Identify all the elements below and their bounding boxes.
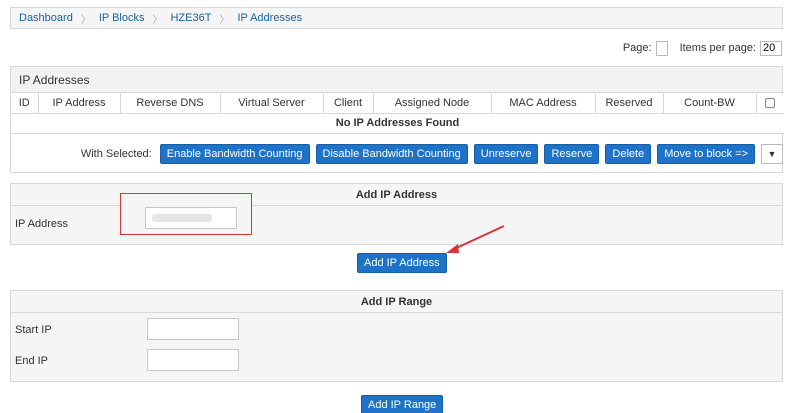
column-header-assigned-node[interactable]: Assigned Node bbox=[373, 93, 492, 114]
breadcrumb-separator-icon: 〉 bbox=[80, 14, 91, 26]
table-header-row: ID IP Address Reverse DNS Virtual Server… bbox=[11, 93, 784, 114]
breadcrumb-separator-icon: 〉 bbox=[152, 14, 163, 26]
delete-button[interactable]: Delete bbox=[605, 144, 652, 164]
unreserve-button[interactable]: Unreserve bbox=[473, 144, 539, 164]
move-to-block-button[interactable]: Move to block => bbox=[657, 144, 755, 164]
add-ip-range-button[interactable]: Add IP Range bbox=[361, 395, 444, 413]
end-ip-input[interactable] bbox=[147, 349, 239, 371]
start-ip-row: Start IP bbox=[11, 313, 782, 344]
breadcrumb: Dashboard 〉 IP Blocks 〉 HZE36T 〉 IP Addr… bbox=[10, 7, 783, 29]
column-header-id[interactable]: ID bbox=[11, 93, 39, 114]
page-label: Page: bbox=[622, 42, 652, 54]
pager: Page: Items per page: bbox=[623, 40, 782, 56]
with-selected-bar: With Selected: Enable Bandwidth Counting… bbox=[10, 143, 783, 165]
column-header-count-bw[interactable]: Count-BW bbox=[663, 93, 757, 114]
blurred-ip-value bbox=[152, 214, 212, 222]
items-per-page-label: Items per page: bbox=[679, 42, 756, 54]
with-selected-label: With Selected: bbox=[80, 148, 152, 160]
column-header-reverse-dns[interactable]: Reverse DNS bbox=[120, 93, 221, 114]
column-header-reserved[interactable]: Reserved bbox=[595, 93, 664, 114]
breadcrumb-block[interactable]: HZE36T bbox=[170, 12, 211, 24]
reserve-button[interactable]: Reserve bbox=[544, 144, 600, 164]
start-ip-label: Start IP bbox=[15, 324, 52, 336]
empty-message: No IP Addresses Found bbox=[11, 113, 784, 134]
ip-address-label: IP Address bbox=[15, 218, 68, 230]
items-per-page-input[interactable] bbox=[760, 40, 782, 56]
column-header-virtual-server[interactable]: Virtual Server bbox=[220, 93, 324, 114]
column-header-ip-address[interactable]: IP Address bbox=[38, 93, 121, 114]
column-header-mac-address[interactable]: MAC Address bbox=[491, 93, 596, 114]
table-row: No IP Addresses Found bbox=[11, 113, 784, 134]
add-ip-range-panel: Add IP Range Start IP End IP bbox=[10, 290, 783, 382]
end-ip-row: End IP bbox=[11, 344, 782, 375]
add-ip-address-button[interactable]: Add IP Address bbox=[357, 253, 447, 273]
add-ip-button-wrap: Add IP Address bbox=[357, 253, 447, 273]
ip-addresses-table: ID IP Address Reverse DNS Virtual Server… bbox=[11, 93, 784, 134]
start-ip-input[interactable] bbox=[147, 318, 239, 340]
select-all-checkbox[interactable] bbox=[765, 97, 776, 108]
panel-title: IP Addresses bbox=[11, 67, 782, 93]
page-input[interactable] bbox=[655, 40, 668, 56]
breadcrumb-ip-blocks[interactable]: IP Blocks bbox=[99, 12, 145, 24]
end-ip-label: End IP bbox=[15, 355, 49, 367]
breadcrumb-ip-addresses: IP Addresses bbox=[237, 12, 303, 24]
enable-bandwidth-counting-button[interactable]: Enable Bandwidth Counting bbox=[159, 144, 310, 164]
chevron-down-icon: ▼ bbox=[767, 149, 777, 159]
breadcrumb-dashboard[interactable]: Dashboard bbox=[19, 12, 73, 24]
add-ip-range-title: Add IP Range bbox=[11, 291, 782, 313]
add-range-button-wrap: Add IP Range bbox=[361, 395, 444, 413]
breadcrumb-separator-icon: 〉 bbox=[219, 14, 230, 26]
column-header-client[interactable]: Client bbox=[323, 93, 374, 114]
annotation-arrow-icon bbox=[446, 225, 505, 253]
block-select[interactable]: ▼ bbox=[761, 144, 783, 164]
disable-bandwidth-counting-button[interactable]: Disable Bandwidth Counting bbox=[315, 144, 468, 164]
select-all-checkbox-cell bbox=[756, 93, 784, 114]
